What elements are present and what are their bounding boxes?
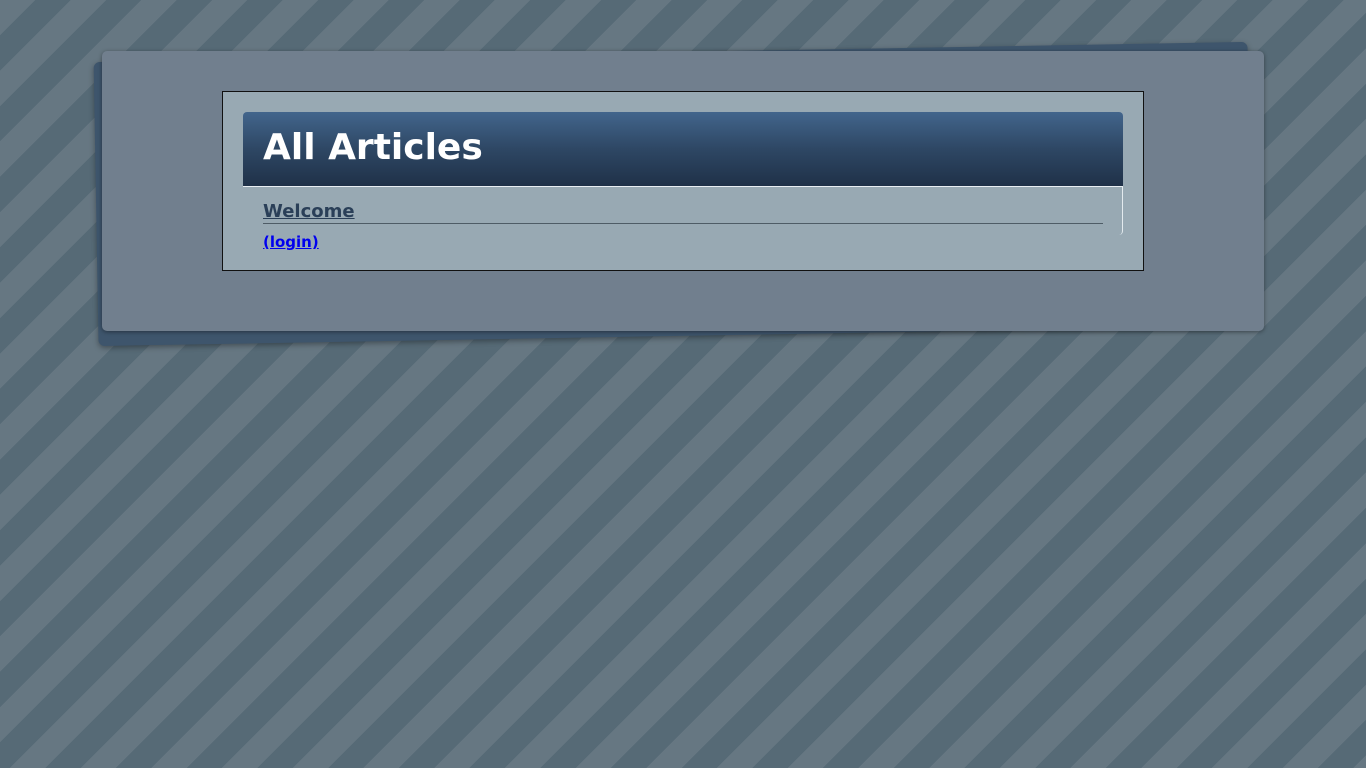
welcome-panel: Welcome (243, 187, 1123, 235)
page-header: All Articles (243, 112, 1123, 187)
login-link[interactable]: (login) (263, 233, 319, 251)
page-title: All Articles (263, 127, 483, 168)
welcome-heading: Welcome (263, 201, 1103, 224)
content-box: All Articles Welcome (login) (222, 91, 1144, 271)
